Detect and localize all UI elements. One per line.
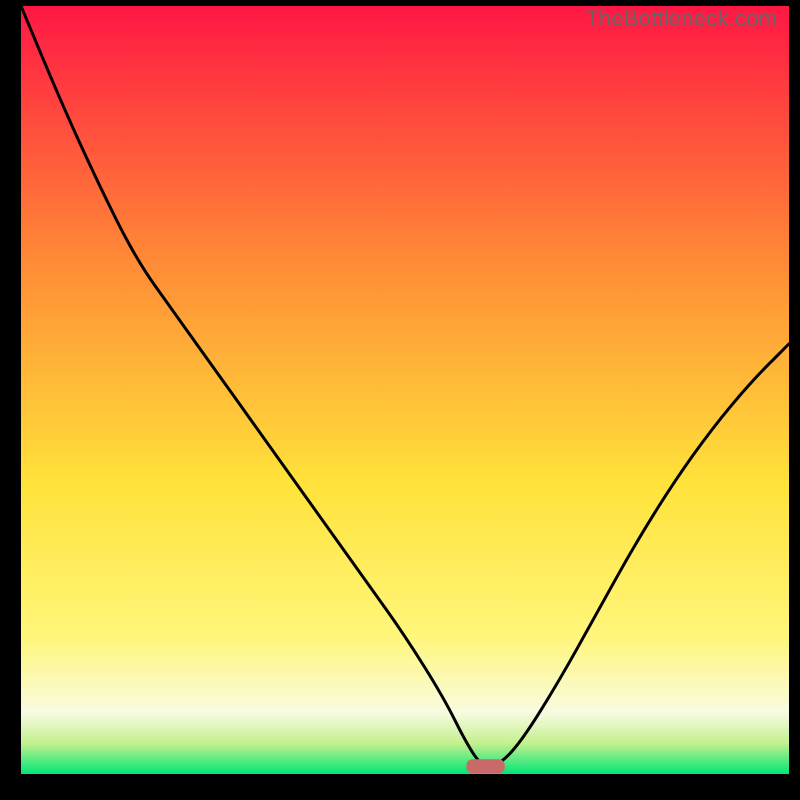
- chart-frame: TheBottleneck.com: [0, 0, 800, 800]
- plot-area: TheBottleneck.com: [21, 6, 789, 774]
- chart-svg: [21, 6, 789, 774]
- gradient-background: [21, 6, 789, 774]
- optimal-marker: [466, 759, 504, 773]
